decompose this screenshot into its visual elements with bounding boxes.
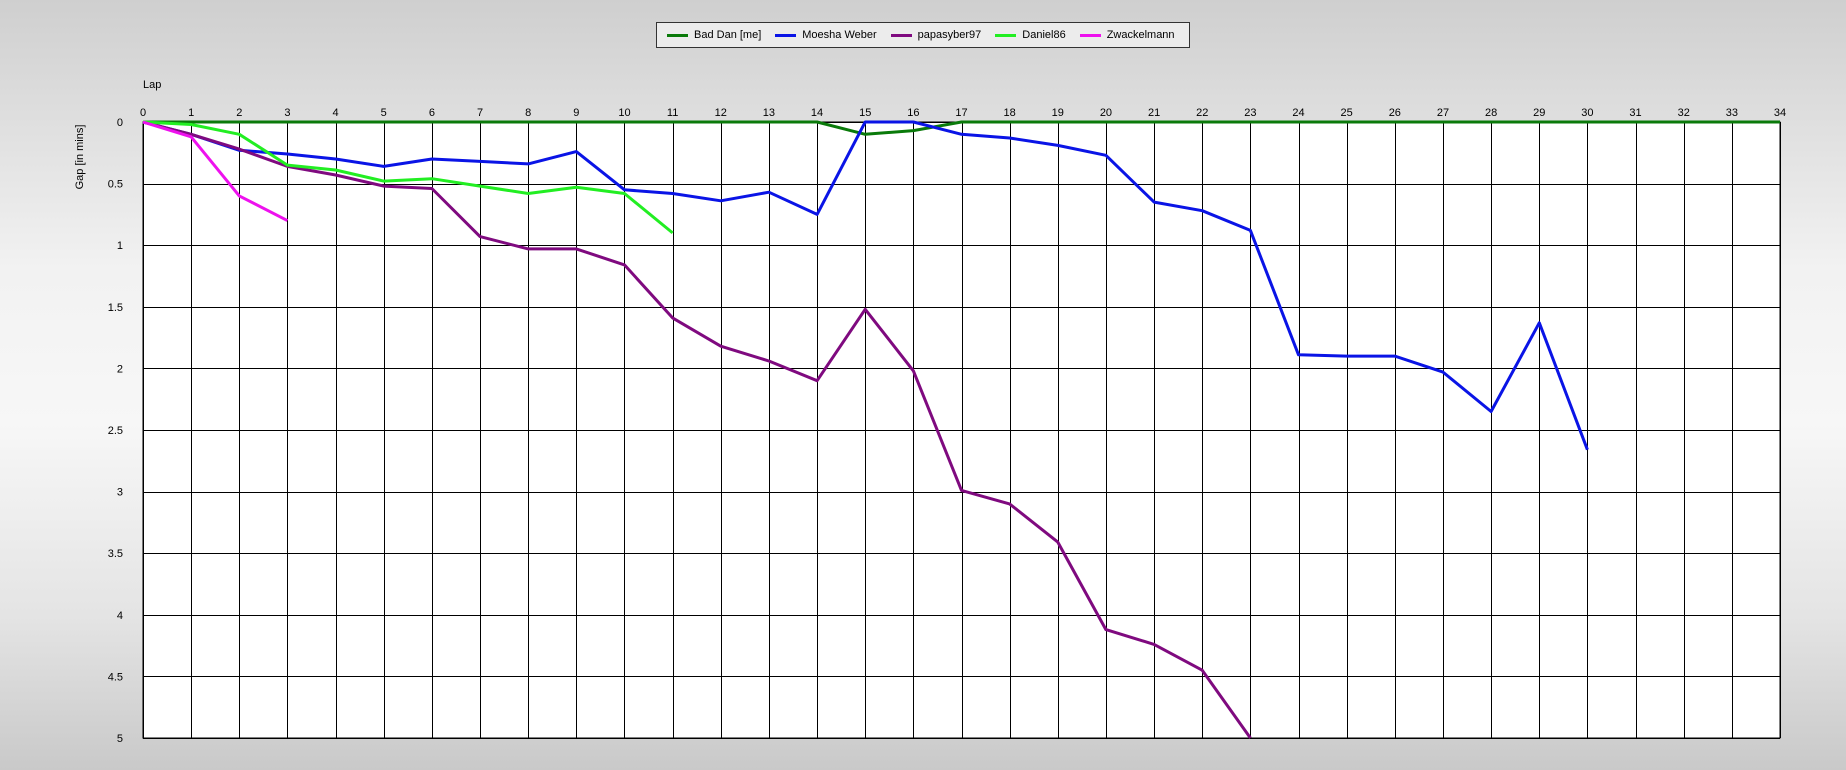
x-tick-label: 1 bbox=[188, 107, 194, 119]
x-tick-label: 2 bbox=[236, 107, 242, 119]
x-tick-label: 5 bbox=[381, 107, 387, 119]
y-tick-label: 0 bbox=[117, 117, 123, 129]
x-tick-label: 4 bbox=[333, 107, 339, 119]
x-tick-label: 3 bbox=[284, 107, 290, 119]
y-tick-label: 2.5 bbox=[108, 425, 123, 437]
x-tick-label: 15 bbox=[859, 107, 871, 119]
x-tick-label: 20 bbox=[1100, 107, 1112, 119]
x-tick-label: 23 bbox=[1244, 107, 1256, 119]
x-tick-label: 26 bbox=[1389, 107, 1401, 119]
y-tick-label: 2 bbox=[117, 363, 123, 375]
x-tick-label: 9 bbox=[573, 107, 579, 119]
x-tick-label: 14 bbox=[811, 107, 823, 119]
y-tick-label: 1.5 bbox=[108, 302, 123, 314]
x-tick-label: 28 bbox=[1485, 107, 1497, 119]
x-tick-label: 17 bbox=[955, 107, 967, 119]
y-tick-label: 0.5 bbox=[108, 179, 123, 191]
x-tick-label: 13 bbox=[763, 107, 775, 119]
x-tick-label: 21 bbox=[1148, 107, 1160, 119]
x-tick-label: 18 bbox=[1004, 107, 1016, 119]
x-tick-label: 32 bbox=[1678, 107, 1690, 119]
x-tick-label: 7 bbox=[477, 107, 483, 119]
x-tick-label: 33 bbox=[1726, 107, 1738, 119]
x-tick-label: 31 bbox=[1629, 107, 1641, 119]
y-axis-title: Gap [in mins] bbox=[74, 125, 86, 190]
y-tick-label: 5 bbox=[117, 733, 123, 745]
x-tick-label: 30 bbox=[1581, 107, 1593, 119]
x-tick-label: 25 bbox=[1341, 107, 1353, 119]
x-tick-label: 11 bbox=[667, 107, 678, 119]
x-tick-label: 19 bbox=[1052, 107, 1064, 119]
x-tick-label: 27 bbox=[1437, 107, 1449, 119]
x-tick-label: 29 bbox=[1533, 107, 1545, 119]
gap-chart: 0 1 2 3 4 5 6 7 8 9 10 11 12 13 14 15 16 17 18 19 20 21 22 23 24… bbox=[74, 79, 1786, 745]
y-tick-label: 1 bbox=[117, 240, 123, 252]
x-tick-labels: 0 1 2 3 4 5 6 7 8 9 10 11 12 13 14 15 16 17 18 19 20 21 22 23 24… bbox=[140, 107, 1786, 119]
x-tick-label: 0 bbox=[140, 107, 146, 119]
x-tick-label: 34 bbox=[1774, 107, 1786, 119]
x-tick-label: 12 bbox=[715, 107, 727, 119]
y-tick-label: 3.5 bbox=[108, 548, 123, 560]
y-tick-labels: 0 0.5 1 1.5 2 2.5 3 3.5 4 4.5 5 bbox=[108, 117, 123, 745]
x-axis-title: Lap bbox=[143, 79, 161, 91]
x-tick-label: 22 bbox=[1196, 107, 1208, 119]
x-tick-label: 16 bbox=[907, 107, 919, 119]
y-tick-label: 4 bbox=[117, 610, 123, 622]
x-tick-label: 10 bbox=[618, 107, 630, 119]
x-tick-label: 24 bbox=[1292, 107, 1304, 119]
x-tick-label: 6 bbox=[429, 107, 435, 119]
y-tick-label: 4.5 bbox=[108, 671, 123, 683]
y-tick-label: 3 bbox=[117, 487, 123, 499]
x-tick-label: 8 bbox=[525, 107, 531, 119]
